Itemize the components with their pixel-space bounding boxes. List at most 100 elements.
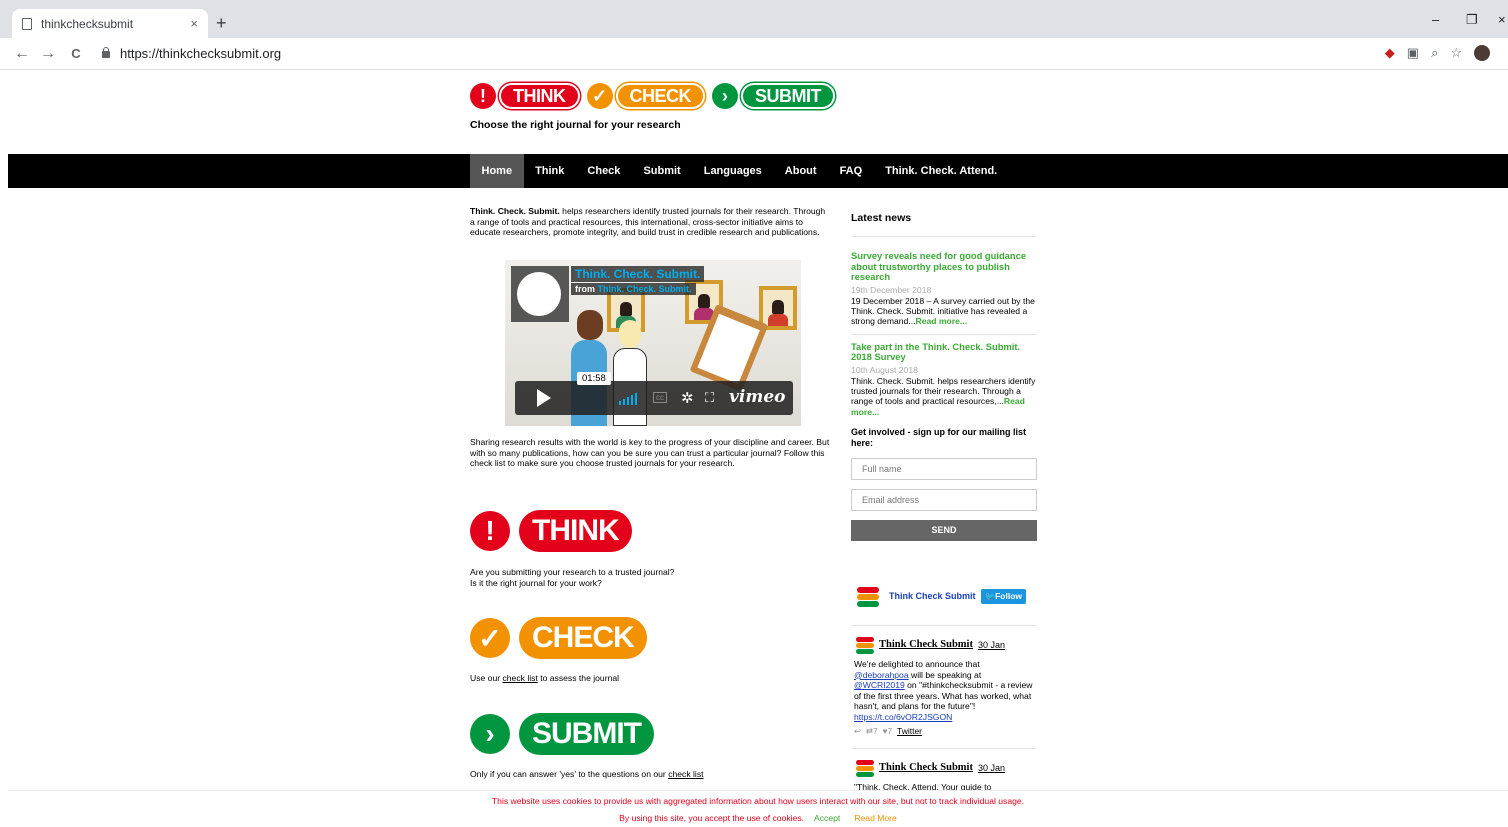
mention-link[interactable]: @deborahpoa [854,670,909,680]
submit-arrow-icon: › [470,714,510,754]
like-count: 7 [887,725,893,736]
browser-tab[interactable]: thinkchecksubmit × [12,9,208,38]
think-exclamation-icon: ! [470,511,510,551]
extension-icon[interactable]: ◆ [1385,45,1395,61]
submit-badge: › SUBMIT [470,713,654,755]
intro-bold: Think. Check. Submit. [470,206,560,216]
check-mark-icon: ✓ [586,83,613,109]
close-window-icon[interactable]: × [1498,12,1506,27]
latest-news-heading: Latest news [851,212,912,224]
nav-item-think[interactable]: Think [524,154,576,188]
minimize-icon[interactable]: – [1432,12,1439,27]
reply-icon[interactable]: ↩ [854,726,861,736]
reload-button[interactable]: C [68,46,84,61]
main-nav: Home Think Check Submit Languages About FAQ Thi… [8,154,1508,188]
new-tab-button[interactable]: + [216,14,227,32]
tweet-source-link[interactable]: Twitter [897,726,922,736]
retweet-icon[interactable]: ⇄ [866,726,873,736]
tweet-url-link[interactable]: https://t.co/6vOR2JSGON [854,712,952,722]
think-exclamation-icon: ! [470,83,496,109]
news-headline-link[interactable]: Take part in the Think. Check. Submit. 2… [851,341,1037,363]
news-item: Survey reveals need for good guidance ab… [851,250,1037,327]
read-more-link[interactable]: Read more... [916,316,968,326]
nav-item-about[interactable]: About [773,154,828,188]
restore-icon[interactable]: ❐ [1466,12,1478,28]
intro-paragraph: Think. Check. Submit. helps researchers … [470,206,830,238]
divider [851,236,1037,237]
browser-tab-bar: thinkchecksubmit × + – ❐ × [0,0,1508,38]
think-caption: Are you submitting your research to a tr… [470,567,675,588]
cookie-consent-line: By using this site, you accept the use o… [619,813,897,823]
submit-arrow-icon: › [712,83,739,109]
tweet-date-link[interactable]: 30 Jan [978,640,1005,651]
nav-item-faq[interactable]: FAQ [828,154,874,188]
nav-item-home[interactable]: Home [470,154,524,188]
nav-item-check[interactable]: Check [576,154,632,188]
twitter-bird-icon: 🐦 [984,590,996,601]
video-channel-logo[interactable] [511,266,569,322]
tweet: Think Check Submit 30 Jan "Think. Check.… [854,759,1034,793]
back-button[interactable]: ← [14,45,30,63]
toolbar-icons: ◆ ▣ ⌕ ☆ [1385,45,1490,61]
captions-icon[interactable]: cc [653,392,667,403]
check-list-link[interactable]: check list [668,769,703,779]
video-title[interactable]: Think. Check. Submit. [571,266,705,282]
mailing-list-heading: Get involved - sign up for our mailing l… [851,426,1027,448]
url-field[interactable]: https://thinkchecksubmit.org [102,46,281,61]
read-more-cookies-link[interactable]: Read More [854,813,897,823]
cookie-banner: This website uses cookies to provide us … [8,790,1508,827]
settings-gear-icon[interactable]: ✲ [681,389,694,407]
divider [851,333,1037,335]
email-input[interactable]: Email address [851,488,1037,511]
mention-link[interactable]: @WCRI2019 [854,680,905,690]
tweet-user-link[interactable]: Think Check Submit [879,762,973,774]
twitter-account-link[interactable]: Think Check Submit [889,591,976,601]
accept-cookies-button[interactable]: Accept [814,813,840,823]
tweet-date-link[interactable]: 30 Jan [978,763,1005,774]
video-player[interactable]: Think. Check. Submit. from Think. Check.… [505,260,801,426]
translate-icon[interactable]: ▣ [1407,45,1419,61]
forward-button[interactable]: → [40,45,56,63]
tweet: Think Check Submit 30 Jan We're delighte… [854,636,1034,736]
url-text: https://thinkchecksubmit.org [120,46,282,61]
tweet-user-link[interactable]: Think Check Submit [879,639,973,651]
check-list-link[interactable]: check list [502,673,537,683]
webpage: ! THINK ✓ CHECK › SUBMIT Choose the righ… [8,70,1508,827]
tweet-actions: ↩ ⇄7 ♥7 Twitter [854,726,1034,737]
follow-button[interactable]: 🐦Follow [980,588,1027,604]
address-bar: ← → C https://thinkchecksubmit.org ◆ ▣ ⌕… [0,38,1508,70]
nav-item-languages[interactable]: Languages [692,154,773,188]
logo-submit: SUBMIT [741,83,836,109]
volume-icon[interactable] [619,393,637,405]
site-tagline: Choose the right journal for your resear… [470,119,681,131]
close-tab-icon[interactable]: × [190,16,198,31]
video-controls: 01:58 cc ✲ ⛶ vimeo [515,372,793,415]
send-button[interactable]: SEND [851,519,1037,541]
news-excerpt: Think. Check. Submit. helps researchers … [851,375,1036,417]
site-logo[interactable]: ! THINK ✓ CHECK › SUBMIT [470,83,842,109]
video-channel-link[interactable]: Think. Check. Submit. [598,284,692,294]
tweet-text: We're delighted to announce that @debora… [854,659,1033,722]
bookmark-star-icon[interactable]: ☆ [1450,45,1462,61]
account-logo-icon [855,585,881,607]
full-name-input[interactable]: Full name [851,457,1037,480]
nav-item-think-check-attend[interactable]: Think. Check. Attend. [874,154,1009,188]
logo-think: THINK [499,83,580,109]
news-item: Take part in the Think. Check. Submit. 2… [851,341,1037,417]
tab-title: thinkchecksubmit [41,16,134,31]
sidebar: Latest news Survey reveals need for good… [851,206,1037,541]
vimeo-logo[interactable]: vimeo [729,387,785,407]
play-icon[interactable] [537,389,551,407]
account-logo-icon [854,636,876,654]
profile-avatar[interactable] [1474,45,1490,61]
zoom-icon[interactable]: ⌕ [1431,45,1438,61]
check-badge: ✓ CHECK [470,617,647,659]
account-logo-icon [854,759,876,777]
news-date: 19th December 2018 [851,284,932,295]
news-headline-link[interactable]: Survey reveals need for good guidance ab… [851,250,1037,283]
fullscreen-icon[interactable]: ⛶ [705,390,714,406]
submit-caption: Only if you can answer 'yes' to the ques… [470,769,704,779]
video-duration: 01:58 [577,372,611,385]
think-label: THINK [519,510,632,552]
nav-item-submit[interactable]: Submit [632,154,692,188]
